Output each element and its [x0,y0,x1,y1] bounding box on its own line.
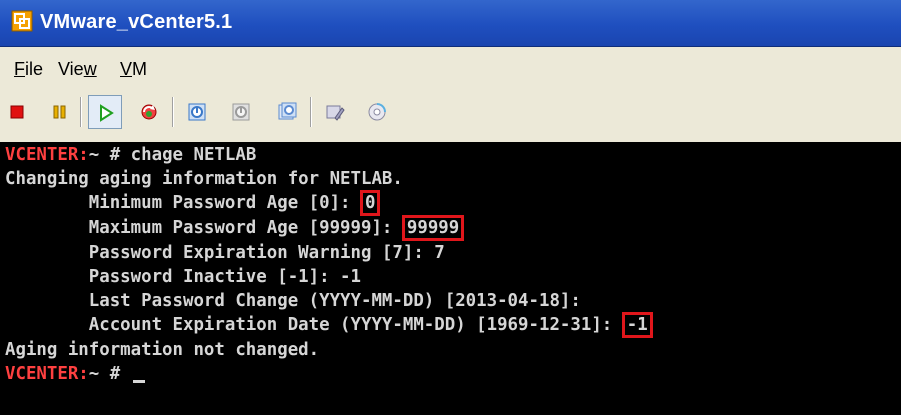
command-text: chage NETLAB [130,145,257,165]
toolbar [0,87,901,143]
vm-settings-icon [326,105,345,121]
toolbar-separator [310,97,312,127]
revert-snapshot-button[interactable] [224,95,258,129]
menu-bar: File View VM [0,47,901,87]
power-on-icon [100,104,114,122]
menu-vm[interactable]: VM [120,59,147,79]
take-snapshot-button[interactable] [180,95,214,129]
reset-button[interactable] [132,95,166,129]
snapshot-icon [188,103,206,121]
menu-file[interactable]: File [14,59,43,79]
menu-view-mnemonic: w [83,59,97,79]
prompt-host: VCENTER: [5,145,89,165]
max-age-value-highlight: 99999 [401,215,465,241]
cd-dvd-button[interactable] [360,95,394,129]
console-line-command: VCENTER:~ # chage NETLAB [5,145,256,166]
console-line-account-expiration: Account Expiration Date (YYYY-MM-DD) [19… [5,312,653,338]
prompt-rest: ~ # [88,145,131,165]
console-line: Last Password Change (YYYY-MM-DD) [2013-… [5,291,581,311]
prompt-rest: ~ # [88,364,131,384]
power-off-button[interactable] [0,95,34,129]
menu-view[interactable]: View [58,59,97,79]
console-line-max-age: Maximum Password Age [99999]: 99999 [5,215,465,241]
max-age-label: Maximum Password Age [99999]: [5,218,403,238]
cd-dvd-icon [368,103,386,121]
suspend-button[interactable] [43,95,77,129]
window-title: VMware_vCenter5.1 [40,11,233,33]
snapshot-manager-icon [278,102,297,120]
menu-view-before: Vie [58,59,84,79]
toolbar-separator [172,97,174,127]
console-line: Aging information not changed. [5,340,320,360]
vmware-logo-icon [11,10,33,32]
vm-settings-button[interactable] [318,95,352,129]
vm-console-window: VMware_vCenter5.1 File View VM VCENTER:~… [0,0,901,415]
revert-snapshot-icon [232,103,250,121]
console-line: Changing aging information for NETLAB. [5,169,403,189]
prompt-host: VCENTER: [5,364,89,384]
account-expiration-value-highlight: -1 [621,312,653,338]
menu-file-mnemonic: F [14,59,25,79]
account-expiration-label: Account Expiration Date (YYYY-MM-DD) [19… [5,315,623,335]
toolbar-separator [80,97,82,127]
console-line-min-age: Minimum Password Age [0]: 0 [5,190,381,216]
suspend-icon [53,105,66,119]
power-on-button[interactable] [88,95,122,129]
text-cursor [132,380,145,383]
min-age-label: Minimum Password Age [0]: [5,193,361,213]
power-off-icon [10,105,24,119]
menu-file-rest: ile [25,59,44,79]
console-screen[interactable]: VCENTER:~ # chage NETLAB Changing aging … [0,142,901,415]
menu-vm-rest: M [132,59,148,79]
menu-vm-mnemonic: V [120,59,133,79]
console-line-prompt: VCENTER:~ # [5,364,145,385]
console-line: Password Expiration Warning [7]: 7 [5,243,445,263]
reset-icon [141,104,157,120]
min-age-value-highlight: 0 [359,190,381,216]
console-line: Password Inactive [-1]: -1 [5,267,361,287]
snapshot-manager-button[interactable] [270,95,304,129]
title-bar[interactable]: VMware_vCenter5.1 [0,0,901,47]
